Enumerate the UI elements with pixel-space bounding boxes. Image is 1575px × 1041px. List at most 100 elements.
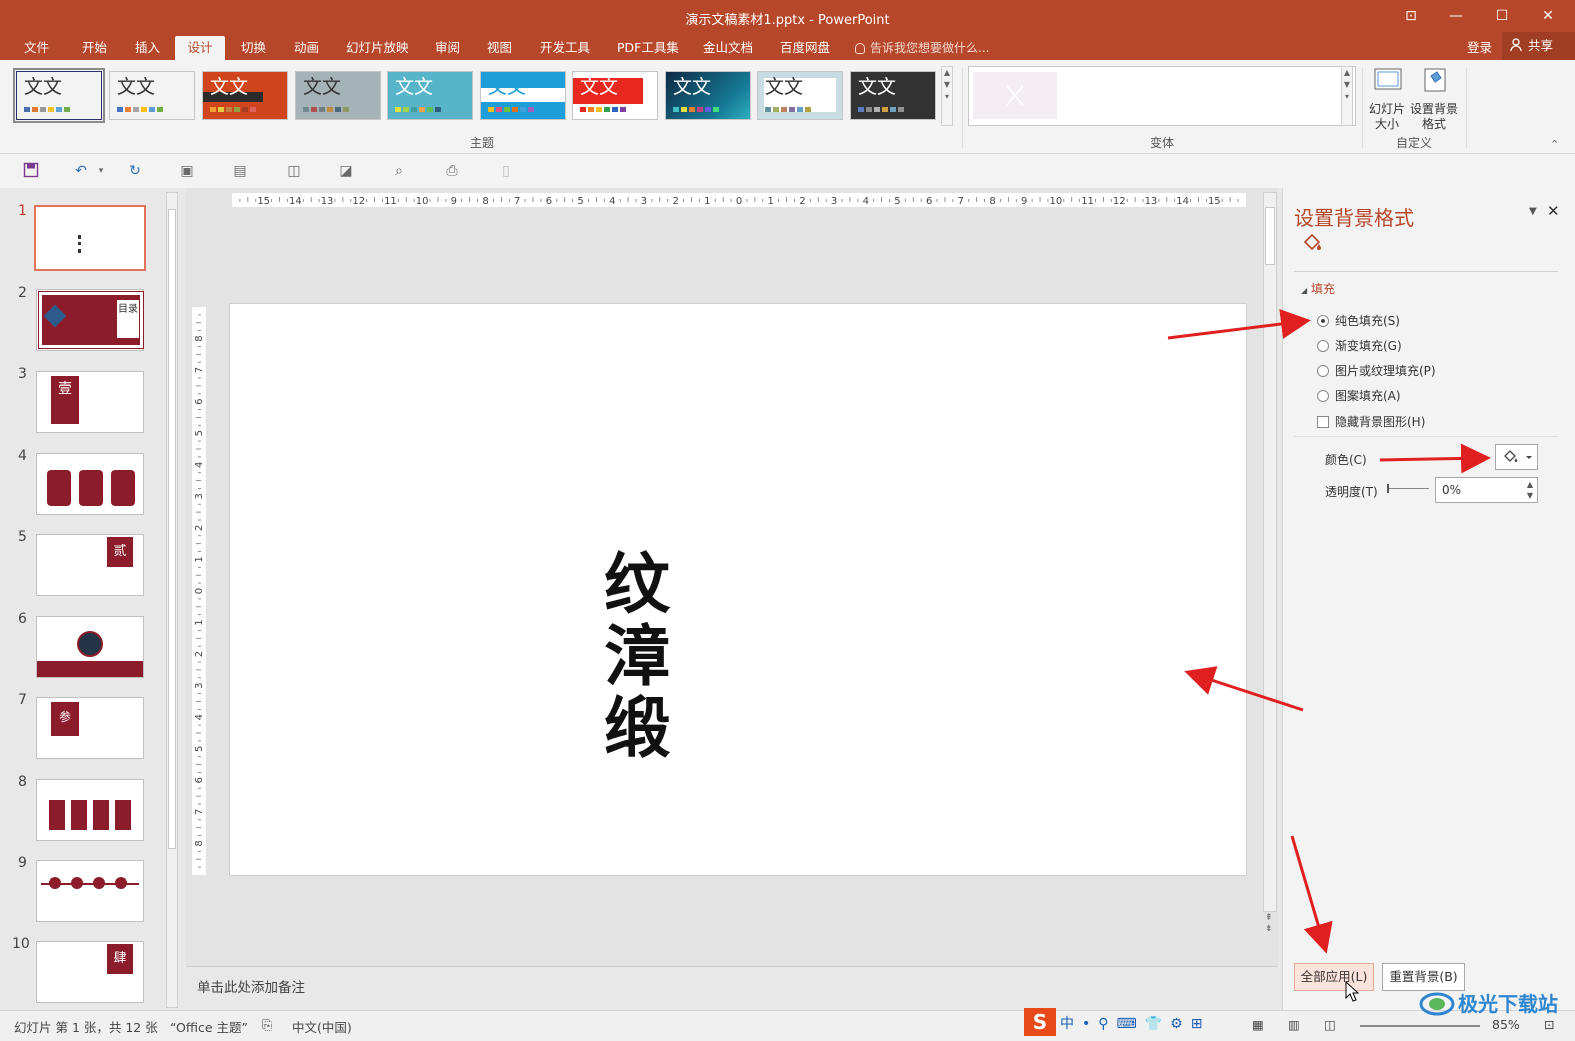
ruler-label: 2 (194, 525, 205, 531)
solid-fill-radio[interactable]: 纯色填充(S) (1317, 312, 1400, 329)
person-icon (1510, 38, 1522, 52)
theme-10[interactable]: 文文 (850, 71, 936, 120)
undo-icon[interactable]: ↶ (72, 162, 90, 180)
theme-8[interactable]: 文文 (665, 71, 751, 120)
theme-1[interactable]: 文文 (13, 68, 105, 123)
theme-6[interactable]: 文文 (480, 71, 566, 120)
slide-thumbnail-9[interactable] (36, 860, 144, 922)
themes-gallery-scroll[interactable]: ▲ ▼ ▾ (941, 66, 953, 126)
slide-thumbnail-2[interactable]: 目录 (36, 289, 144, 351)
slide-thumbnail-8[interactable] (36, 779, 144, 841)
notes-area[interactable]: 单击此处添加备注 (186, 966, 1278, 1010)
spellcheck-icon[interactable]: ⎘ (262, 1017, 272, 1033)
format-background-pane: 设置背景格式 ▼ ✕ ◢ 填充 纯色填充(S) 渐变填充(G) 图片或纹理填充(… (1282, 188, 1575, 1010)
canvas-scrollbar[interactable] (1263, 192, 1277, 912)
tab-developer[interactable]: 开发工具 (532, 36, 598, 60)
present-icon[interactable]: ◫ (285, 162, 303, 180)
preview-icon[interactable]: ⌕ (390, 162, 408, 180)
tab-pdf-tools[interactable]: PDF工具集 (609, 36, 687, 60)
document-icon[interactable]: ▯ (497, 162, 515, 180)
slide-title-text[interactable]: 纹 漳 缎 (602, 548, 672, 764)
tab-baidu-netdisk[interactable]: 百度网盘 (772, 36, 838, 60)
tab-home[interactable]: 开始 (74, 36, 115, 60)
slide-thumbnail-7[interactable]: 参 (36, 697, 144, 759)
reading-view-icon[interactable]: ▥ (1288, 1017, 1300, 1032)
zoom-slider[interactable] (1360, 1025, 1480, 1027)
ruler-label: 3 (641, 196, 647, 207)
theme-9[interactable]: 文文 (757, 71, 843, 120)
theme-5[interactable]: 文文 (387, 71, 473, 120)
ruler-label: 9 (1021, 196, 1027, 207)
slide-thumbnail-4[interactable] (36, 453, 144, 515)
fill-section-header[interactable]: ◢ 填充 (1301, 280, 1335, 297)
tab-design[interactable]: 设计 (175, 36, 225, 60)
apply-to-all-button[interactable]: 全部应用(L) (1294, 963, 1374, 991)
format-background-button[interactable]: 设置背景格式 (1410, 66, 1460, 132)
variants-gallery-scroll[interactable]: ▲ ▼ ▾ (1341, 66, 1353, 126)
slide-size-button[interactable]: 幻灯片大小 (1367, 66, 1409, 132)
tab-view[interactable]: 视图 (479, 36, 520, 60)
horizontal-ruler: 15 14 13 12 11 10 9 8 7 6 5 4 3 2 1 0 1 2 3 4 5 6 7 8 9 10 11 12 13 1… (232, 193, 1271, 207)
sogou-ime-icon[interactable]: S (1024, 1008, 1056, 1036)
picture-fill-radio[interactable]: 图片或纹理填充(P) (1317, 362, 1436, 379)
share-button[interactable]: 共享 (1502, 32, 1575, 60)
slide-thumbnail-10[interactable]: 肆 (36, 941, 144, 1003)
redo-icon[interactable]: ↻ (126, 162, 144, 180)
ruler-label: 6 (194, 398, 205, 404)
tab-file[interactable]: 文件 (16, 36, 57, 60)
ime-toolbar-icons[interactable]: 中•⚲⌨👕⚙⊞ (1060, 1013, 1210, 1033)
color-picker-button[interactable] (1495, 444, 1538, 470)
pane-options-icon[interactable]: ▼ (1529, 206, 1537, 217)
ribbon-display-options-button[interactable]: ⊡ (1389, 5, 1433, 27)
tab-animations[interactable]: 动画 (286, 36, 327, 60)
theme-7[interactable]: 文文 (572, 71, 658, 120)
tab-insert[interactable]: 插入 (127, 36, 168, 60)
ruler-label: 1 (768, 196, 774, 207)
ruler-label: 0 (194, 588, 205, 594)
from-current-icon[interactable]: ◪ (337, 162, 355, 180)
fill-bucket-icon[interactable] (1299, 232, 1325, 259)
slide-thumbnail-3[interactable]: 壹 (36, 371, 144, 433)
minimize-button[interactable]: — (1434, 5, 1478, 27)
transparency-input[interactable]: 0% ▲ ▼ (1435, 477, 1538, 503)
variants-gallery[interactable] (968, 66, 1356, 126)
theme-2[interactable]: 文文 (109, 71, 195, 120)
hide-background-graphics-checkbox[interactable]: 隐藏背景图形(H) (1317, 413, 1425, 430)
ruler-label: 6 (926, 196, 932, 207)
current-slide[interactable] (229, 303, 1247, 876)
ruler-label: 7 (194, 809, 205, 815)
lightbulb-icon (855, 43, 865, 54)
close-button[interactable]: ✕ (1526, 5, 1570, 27)
new-slide-icon[interactable]: ▣ (178, 162, 196, 180)
normal-view-icon[interactable]: ▦ (1252, 1017, 1264, 1032)
slide-thumbnail-5[interactable]: 贰 (36, 534, 144, 596)
gradient-fill-radio[interactable]: 渐变填充(G) (1317, 337, 1402, 354)
variant-preview[interactable] (973, 72, 1057, 119)
slide-thumbnail-1[interactable] (34, 205, 146, 271)
tell-me-search[interactable]: 告诉我您想要做什么... (855, 36, 989, 60)
tab-review[interactable]: 审阅 (427, 36, 468, 60)
language-status[interactable]: 中文(中国) (292, 1017, 352, 1036)
slide-thumbnail-6[interactable] (36, 616, 144, 678)
save-icon[interactable] (22, 162, 40, 180)
theme-4[interactable]: 文文 (295, 71, 381, 120)
spinner-icon[interactable]: ▲ ▼ (1527, 479, 1533, 501)
maximize-button[interactable]: ☐ (1480, 5, 1524, 27)
undo-dropdown-icon[interactable]: ▾ (92, 162, 110, 180)
prev-next-slide-icon[interactable]: ⇞ ⇟ (1265, 913, 1273, 935)
tab-kingsoft-docs[interactable]: 金山文档 (695, 36, 761, 60)
ruler-label: 13 (1145, 196, 1158, 207)
print-icon[interactable]: ⎙ (443, 162, 461, 180)
transparency-slider[interactable] (1387, 484, 1429, 493)
tab-transitions[interactable]: 切换 (233, 36, 274, 60)
collapse-ribbon-icon[interactable]: ⌃ (1550, 138, 1559, 151)
login-link[interactable]: 登录 (1467, 36, 1492, 60)
slideshow-view-icon[interactable]: ◫ (1324, 1017, 1336, 1032)
ruler-label: 10 (416, 196, 429, 207)
text-box-icon[interactable]: ▤ (231, 162, 249, 180)
pattern-fill-radio[interactable]: 图案填充(A) (1317, 387, 1401, 404)
theme-3[interactable]: 文文 (202, 71, 288, 120)
close-pane-icon[interactable]: ✕ (1547, 202, 1560, 220)
tab-slideshow[interactable]: 幻灯片放映 (338, 36, 417, 60)
thumbnails-scrollbar[interactable] (166, 192, 178, 1008)
